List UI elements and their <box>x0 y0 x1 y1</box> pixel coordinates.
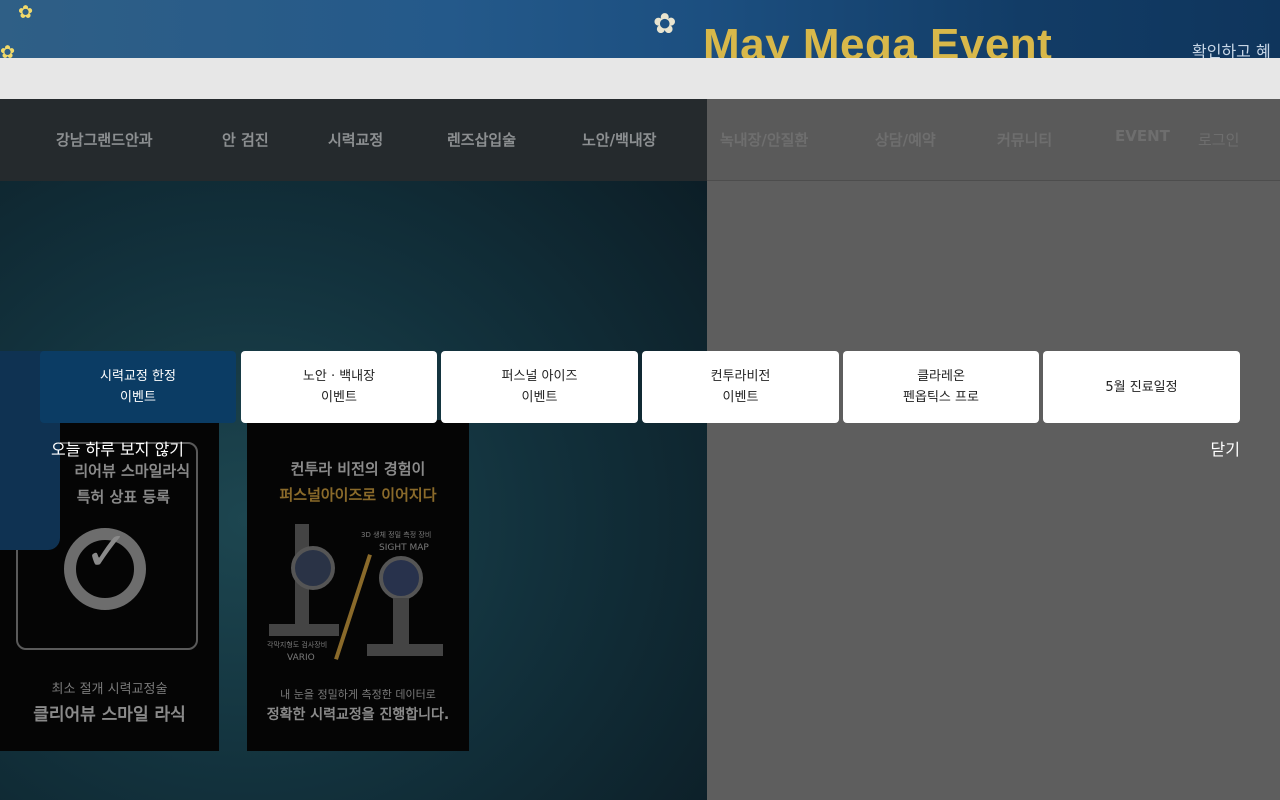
popup-tab-may-schedule[interactable]: 5월 진료일정 <box>1043 351 1240 423</box>
popup-tab-presbyopia-cataract[interactable]: 노안 · 백내장 이벤트 <box>241 351 437 423</box>
no-show-today-button[interactable]: 오늘 하루 보지 않기 <box>51 436 184 460</box>
nav-item-glaucoma[interactable]: 녹내장/안질환 <box>720 129 808 150</box>
popup-footer: 오늘 하루 보지 않기 닫기 <box>40 423 1240 467</box>
card-title: 클리어뷰 스마일 라식 <box>33 705 186 725</box>
top-strip <box>0 58 1280 99</box>
event-banner[interactable]: ✿ ✿ ✿ May Mega Event 확인하고 혜 <box>0 0 1280 58</box>
nav-item-home[interactable]: 강남그랜드안과 <box>56 129 153 150</box>
nav-item-eye-exam[interactable]: 안 검진 <box>222 129 269 150</box>
flower-icon: ✿ <box>18 2 34 23</box>
tab-label: 시력교정 한정 <box>100 369 176 384</box>
nav-item-lens-implant[interactable]: 렌즈삽입술 <box>447 129 516 150</box>
popup-tab-personal-eyes[interactable]: 퍼스널 아이즈 이벤트 <box>441 351 638 423</box>
tab-label: 5월 진료일정 <box>1105 379 1178 395</box>
tab-label: 이벤트 <box>521 390 558 405</box>
promo-card-personal-eyes[interactable]: 컨투라 비전의 경험이 퍼스널아이즈로 이어지다 3D 생체 정밀 측정 장비 … <box>247 420 469 751</box>
event-popup-tabs: 시력교정 한정 이벤트 노안 · 백내장 이벤트 퍼스널 아이즈 이벤트 컨투라… <box>40 351 1240 423</box>
tab-label: 펜옵틱스 프로 <box>903 390 979 405</box>
card-subtitle: 내 눈을 정밀하게 측정한 데이터로 <box>280 688 436 701</box>
check-icon: ✓ <box>84 520 130 583</box>
card-subtitle: 최소 절개 시력교정술 <box>51 682 168 697</box>
card-title: 정확한 시력교정을 진행합니다. <box>266 707 450 723</box>
device-label: SIGHT MAP <box>379 543 429 553</box>
card-headline: 퍼스널아이즈로 이어지다 <box>279 486 437 504</box>
popup-tab-vision-correction[interactable]: 시력교정 한정 이벤트 <box>40 351 236 423</box>
main-nav: 강남그랜드안과 안 검진 시력교정 렌즈삽입술 노안/백내장 녹내장/안질환 상… <box>0 99 1280 181</box>
nav-item-event[interactable]: EVENT <box>1115 127 1170 145</box>
tab-label: 클라레온 <box>917 369 965 384</box>
banner-cta-link[interactable]: 확인하고 혜 <box>1192 38 1271 58</box>
login-link[interactable]: 로그인 <box>1198 129 1239 150</box>
nav-item-presbyopia[interactable]: 노안/백내장 <box>582 129 656 150</box>
nav-item-consultation[interactable]: 상담/예약 <box>875 129 936 150</box>
device-label: 3D 생체 정밀 측정 장비 <box>361 531 432 539</box>
tab-label: 이벤트 <box>120 390 156 405</box>
flower-icon: ✿ <box>653 7 677 40</box>
close-button[interactable]: 닫기 <box>1211 436 1240 460</box>
tab-label: 노안 · 백내장 <box>302 369 376 384</box>
device-sightmap-image <box>363 556 447 656</box>
banner-title: May Mega Event <box>703 20 1053 58</box>
device-label: VARIO <box>287 653 315 663</box>
device-label: 각막지형도 검사장비 <box>267 641 328 649</box>
tab-label: 이벤트 <box>321 390 357 405</box>
popup-tab-contoura-vision[interactable]: 컨투라비전 이벤트 <box>642 351 839 423</box>
tab-label: 컨투라비전 <box>710 369 771 384</box>
device-vario-image <box>269 524 339 636</box>
nav-item-vision-correction[interactable]: 시력교정 <box>328 129 383 150</box>
tab-label: 이벤트 <box>722 390 759 405</box>
tab-label: 퍼스널 아이즈 <box>501 369 578 384</box>
popup-tab-clareon[interactable]: 클라레온 펜옵틱스 프로 <box>843 351 1039 423</box>
nav-item-community[interactable]: 커뮤니티 <box>997 129 1052 150</box>
flower-icon: ✿ <box>0 42 16 59</box>
